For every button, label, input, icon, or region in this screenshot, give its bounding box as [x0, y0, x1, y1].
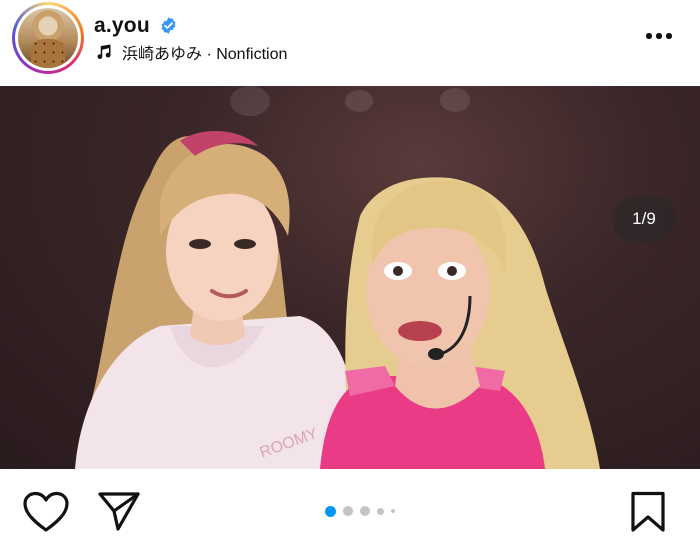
- send-icon[interactable]: [98, 491, 140, 531]
- avatar-border: [15, 5, 81, 71]
- username[interactable]: a.you: [94, 14, 150, 38]
- carousel-counter: 1/9: [612, 196, 676, 242]
- pagination-dot-active: [325, 505, 336, 517]
- avatar-outfit: [31, 39, 65, 68]
- pagination-dot: [391, 509, 395, 513]
- audio-track[interactable]: 浜崎あゆみ · Nonfiction: [94, 42, 288, 63]
- pagination-dot: [360, 506, 370, 516]
- audio-label: 浜崎あゆみ · Nonfiction: [122, 46, 288, 63]
- more-options-icon[interactable]: [642, 30, 676, 42]
- pagination-dot: [343, 506, 353, 516]
- post-media[interactable]: ROOMY 1/9: [0, 86, 700, 469]
- verified-badge-icon: [161, 17, 176, 34]
- carousel-pagination: [325, 505, 402, 517]
- bookmark-icon[interactable]: [630, 491, 666, 533]
- photo-subject-right: [320, 177, 600, 469]
- heart-icon[interactable]: [22, 491, 70, 533]
- music-note-icon: [97, 44, 111, 60]
- avatar[interactable]: [12, 2, 84, 74]
- post-header: a.you 浜崎あゆみ · Nonfiction: [0, 0, 700, 86]
- avatar-image: [18, 8, 78, 68]
- pagination-dot: [377, 507, 384, 515]
